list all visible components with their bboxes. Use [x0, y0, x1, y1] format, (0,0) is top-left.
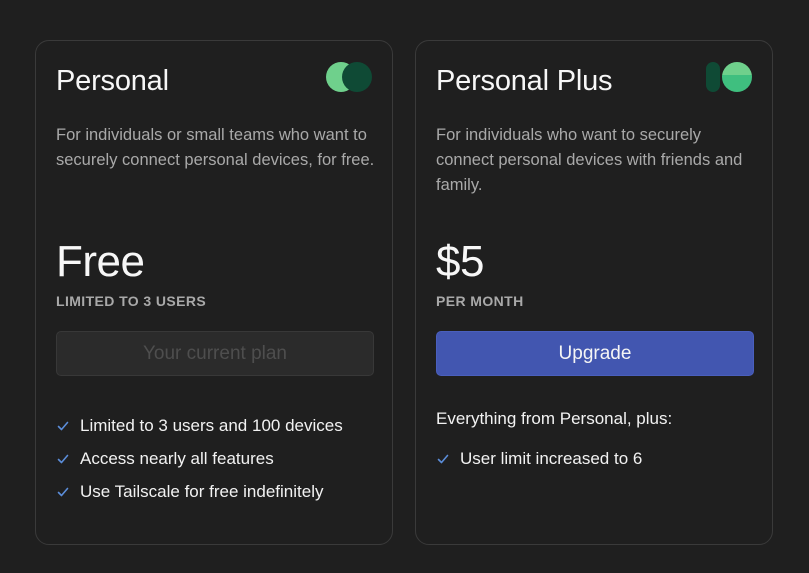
feature-text: Use Tailscale for free indefinitely	[80, 481, 324, 501]
feature-item: Use Tailscale for free indefinitely	[56, 475, 343, 508]
plan-description: For individuals or small teams who want …	[56, 126, 375, 169]
feature-list-lead: Everything from Personal, plus:	[436, 409, 673, 428]
plan-price-note: LIMITED TO 3 USERS	[56, 293, 207, 309]
feature-item: Limited to 3 users and 100 devices	[56, 409, 343, 442]
check-icon	[56, 452, 70, 466]
feature-item: Access nearly all features	[56, 442, 343, 475]
personal-plan-logo-icon	[326, 62, 372, 92]
check-icon	[56, 485, 70, 499]
plan-title: Personal Plus	[436, 65, 613, 97]
plan-description: For individuals who want to securely con…	[436, 126, 743, 194]
plan-price-note: PER MONTH	[436, 293, 524, 309]
plan-price: Free	[56, 237, 145, 286]
plan-price: $5	[436, 237, 484, 286]
feature-list: User limit increased to 6	[436, 442, 642, 475]
plan-title: Personal	[56, 65, 169, 97]
feature-text: Limited to 3 users and 100 devices	[80, 415, 343, 435]
feature-list: Limited to 3 users and 100 devices Acces…	[56, 409, 343, 508]
plan-card-personal: Personal For individuals or small teams …	[35, 40, 393, 545]
upgrade-button[interactable]: Upgrade	[436, 331, 754, 376]
current-plan-button: Your current plan	[56, 331, 374, 376]
personal-plus-plan-logo-icon	[706, 62, 752, 92]
plan-card-personal-plus: Personal Plus For individuals who want t…	[415, 40, 773, 545]
feature-text: User limit increased to 6	[460, 448, 643, 468]
check-icon	[56, 419, 70, 433]
feature-item: User limit increased to 6	[436, 442, 642, 475]
check-icon	[436, 452, 450, 466]
feature-text: Access nearly all features	[80, 448, 274, 468]
